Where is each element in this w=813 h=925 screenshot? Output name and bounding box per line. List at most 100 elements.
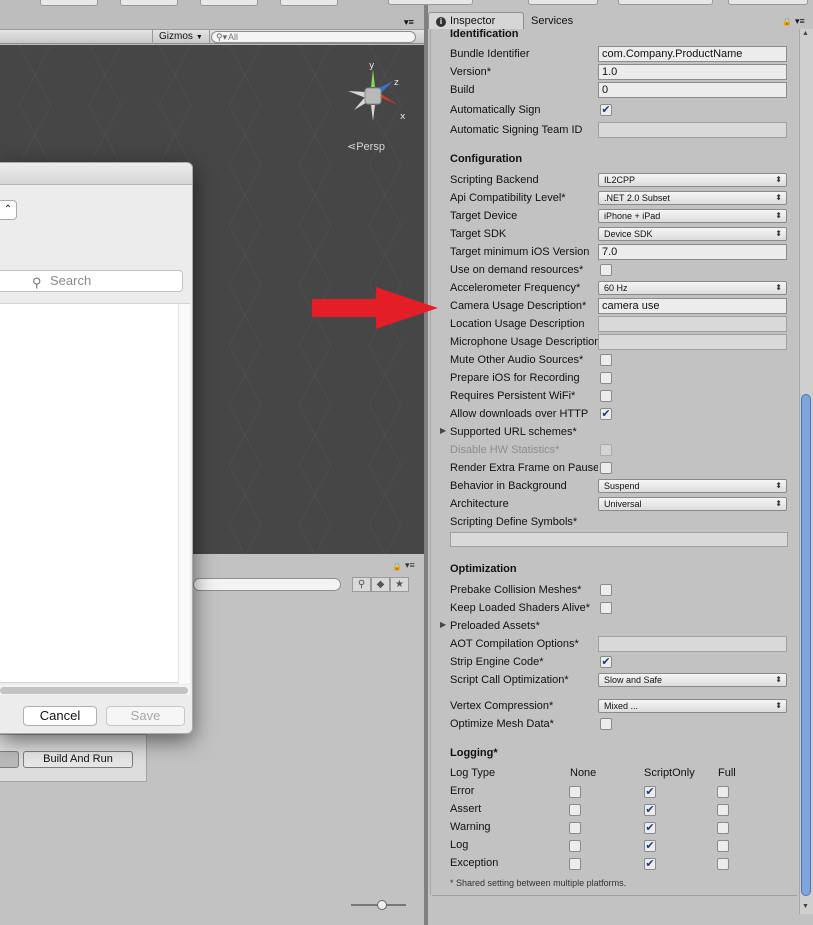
scene-search-input[interactable]: ⚲▾ All <box>211 31 416 43</box>
script-call-dropdown[interactable]: Slow and Safe <box>598 673 787 687</box>
dialog-titlebar[interactable] <box>0 163 192 185</box>
persp-arrow-icon: ⋖ <box>347 141 357 153</box>
file-list-horizontal-scrollbar[interactable] <box>0 685 190 695</box>
min-ios-field[interactable]: 7.0 <box>598 244 787 260</box>
target-sdk-dropdown[interactable]: Device SDK <box>598 227 787 241</box>
cancel-button[interactable]: Cancel <box>23 706 97 726</box>
api-compat-dropdown[interactable]: .NET 2.0 Subset <box>598 191 787 205</box>
preloaded-assets-label[interactable]: Preloaded Assets* <box>450 620 598 632</box>
file-list-scrollbar[interactable] <box>178 304 190 684</box>
log-full-checkbox[interactable] <box>717 840 729 852</box>
zoom-slider-knob[interactable] <box>377 900 387 910</box>
log-none-checkbox[interactable] <box>569 804 581 816</box>
accelerometer-row: Accelerometer Frequency* 60 Hz <box>450 280 790 297</box>
preloaded-assets-row[interactable]: Preloaded Assets* <box>450 618 790 635</box>
log-full-checkbox[interactable] <box>717 822 729 834</box>
inspector-scrollbar-thumb[interactable] <box>801 394 811 896</box>
strip-engine-checkbox[interactable]: ✔ <box>600 656 612 668</box>
url-schemes-row[interactable]: Supported URL schemes* <box>450 424 790 441</box>
scroll-down-icon[interactable]: ▼ <box>802 903 809 910</box>
behavior-bg-dropdown[interactable]: Suspend <box>598 479 787 493</box>
toolbar-button[interactable] <box>618 0 713 5</box>
log-scriptonly-checkbox[interactable]: ✔ <box>644 804 656 816</box>
log-scriptonly-checkbox[interactable]: ✔ <box>644 840 656 852</box>
scripting-backend-dropdown[interactable]: IL2CPP <box>598 173 787 187</box>
prepare-recording-checkbox[interactable] <box>600 372 612 384</box>
microphone-usage-field[interactable] <box>598 334 787 350</box>
tab-services[interactable]: Services <box>531 13 573 29</box>
url-schemes-label[interactable]: Supported URL schemes* <box>450 426 598 438</box>
api-compat-row: Api Compatibility Level* .NET 2.0 Subset <box>450 190 790 207</box>
chevron-up-icon[interactable]: ⌃ <box>0 200 17 220</box>
panel-menu-icon[interactable]: ▾≡ <box>404 17 414 28</box>
foldout-arrow-icon[interactable]: ▶ <box>440 426 446 435</box>
render-extra-frame-checkbox[interactable] <box>600 462 612 474</box>
prebake-checkbox[interactable] <box>600 584 612 596</box>
optimize-mesh-checkbox[interactable] <box>600 718 612 730</box>
define-symbols-field[interactable] <box>450 532 788 547</box>
toolbar-button[interactable] <box>528 0 598 5</box>
log-scriptonly-checkbox[interactable]: ✔ <box>644 858 656 870</box>
location-usage-label: Location Usage Description <box>450 318 585 330</box>
vertex-compression-dropdown[interactable]: Mixed ... <box>598 699 787 713</box>
project-search-input[interactable] <box>193 578 341 591</box>
architecture-dropdown[interactable]: Universal <box>598 497 787 511</box>
auto-sign-checkbox[interactable]: ✔ <box>600 104 612 116</box>
mute-audio-checkbox[interactable] <box>600 354 612 366</box>
lock-icon[interactable]: 🔒 <box>392 562 402 571</box>
team-id-field[interactable] <box>598 122 787 138</box>
tab-inspector[interactable]: i Inspector <box>428 12 524 29</box>
tab-inspector-label: Inspector <box>450 15 496 27</box>
bundle-identifier-field[interactable]: com.Company.ProductName <box>598 46 787 62</box>
panel-menu-icon[interactable]: ▾≡ <box>795 16 805 27</box>
scrollbar-thumb[interactable] <box>0 687 188 694</box>
toolbar-button[interactable] <box>40 0 98 6</box>
location-usage-field[interactable] <box>598 316 787 332</box>
log-none-checkbox[interactable] <box>569 822 581 834</box>
log-full-checkbox[interactable] <box>717 804 729 816</box>
zoom-slider[interactable] <box>351 900 406 910</box>
persp-label[interactable]: ⋖Persp <box>347 140 385 153</box>
toolbar-button[interactable] <box>200 0 258 6</box>
log-full-checkbox[interactable] <box>717 858 729 870</box>
allow-http-checkbox[interactable]: ✔ <box>600 408 612 420</box>
dialog-search-input[interactable]: ⚲ Search <box>0 270 183 292</box>
foldout-arrow-icon[interactable]: ▶ <box>440 620 446 629</box>
save-button[interactable]: Save <box>106 706 185 726</box>
log-scriptonly-checkbox[interactable]: ✔ <box>644 786 656 798</box>
persistent-wifi-checkbox[interactable] <box>600 390 612 402</box>
panel-menu-icon[interactable]: ▾≡ <box>405 560 415 571</box>
on-demand-checkbox[interactable] <box>600 264 612 276</box>
filter-by-label-icon[interactable]: ◆ <box>371 577 390 592</box>
keep-shaders-checkbox[interactable] <box>600 602 612 614</box>
target-device-label: Target Device <box>450 210 518 222</box>
toolbar-button[interactable] <box>120 0 178 6</box>
build-field[interactable]: 0 <box>598 82 787 98</box>
build-and-run-button[interactable]: Build And Run <box>23 751 133 768</box>
red-arrow-icon <box>312 287 438 329</box>
log-none-checkbox[interactable] <box>569 858 581 870</box>
toolbar-button[interactable] <box>728 0 808 5</box>
log-none-checkbox[interactable] <box>569 786 581 798</box>
log-none-checkbox[interactable] <box>569 840 581 852</box>
chevron-down-icon: ▼ <box>195 34 203 41</box>
accelerometer-dropdown[interactable]: 60 Hz <box>598 281 787 295</box>
version-field[interactable]: 1.0 <box>598 64 787 80</box>
log-scriptonly-checkbox[interactable]: ✔ <box>644 822 656 834</box>
toolbar-button[interactable] <box>280 0 338 6</box>
lock-icon[interactable]: 🔒 <box>782 17 792 26</box>
scroll-up-icon[interactable]: ▲ <box>802 30 809 37</box>
aot-field[interactable] <box>598 636 787 652</box>
file-list[interactable] <box>0 303 190 684</box>
toolbar-button[interactable] <box>388 0 473 5</box>
camera-usage-field[interactable]: camera use <box>598 298 787 314</box>
log-full-checkbox[interactable] <box>717 786 729 798</box>
gizmos-dropdown[interactable]: Gizmos ▼ <box>152 30 210 44</box>
build-button[interactable] <box>0 751 19 768</box>
favorite-star-icon[interactable]: ★ <box>390 577 409 592</box>
allow-http-label: Allow downloads over HTTP <box>450 408 589 420</box>
orientation-gizmo-icon[interactable]: y z x <box>338 61 408 131</box>
target-device-dropdown[interactable]: iPhone + iPad <box>598 209 787 223</box>
filter-by-type-icon[interactable]: ⚲ <box>352 577 371 592</box>
axis-z-label: z <box>394 78 399 88</box>
